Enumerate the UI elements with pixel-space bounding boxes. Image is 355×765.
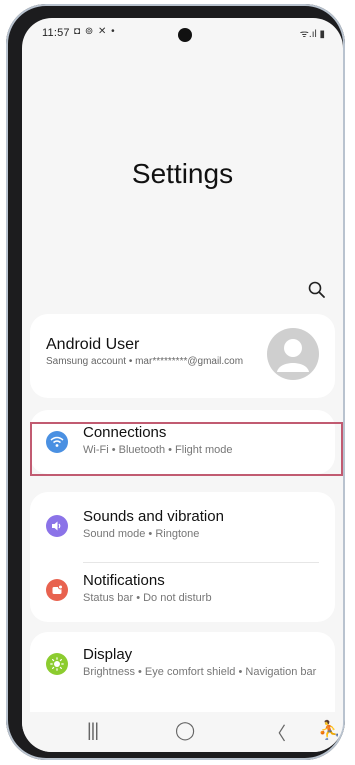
status-bar: 11:57 ◘ ⊚ ✕ • ᯤ.ıl ▮ <box>22 18 343 50</box>
page-title: Settings <box>131 158 234 189</box>
highlight-box <box>30 422 343 476</box>
search-icon[interactable] <box>307 280 327 300</box>
account-name: Android User <box>46 336 140 353</box>
sounds-label: Sounds and vibration <box>83 508 224 525</box>
sounds-subtitle: Sound mode • Ringtone <box>83 528 200 540</box>
recents-button[interactable]: ||| <box>87 720 99 741</box>
brightness-icon <box>46 653 68 675</box>
home-button[interactable]: ◯ <box>175 720 195 741</box>
settings-item-notifications[interactable]: Notifications Status bar • Do not distur… <box>30 562 335 618</box>
back-button[interactable]: 〈 <box>268 720 286 746</box>
notifications-subtitle: Status bar • Do not disturb <box>83 592 212 604</box>
navigation-bar: ||| ◯ 〈 ⛹ <box>22 712 343 752</box>
sounds-notifications-card: Sounds and vibration Sound mode • Ringto… <box>30 492 335 622</box>
status-signal-battery-icons: ᯤ.ıl ▮ <box>299 29 325 40</box>
accessibility-button[interactable]: ⛹ <box>318 720 340 741</box>
display-card: Display Brightness • Eye comfort shield … <box>30 632 335 720</box>
phone-frame: 11:57 ◘ ⊚ ✕ • ᯤ.ıl ▮ Settings Android Us… <box>6 4 345 760</box>
status-time: 11:57 <box>42 27 70 39</box>
account-card[interactable]: Android User Samsung account • mar******… <box>30 314 335 398</box>
display-label: Display <box>83 646 133 663</box>
display-subtitle: Brightness • Eye comfort shield • Naviga… <box>83 666 317 678</box>
notifications-label: Notifications <box>83 572 165 589</box>
settings-item-display[interactable]: Display Brightness • Eye comfort shield … <box>30 636 335 692</box>
speaker-icon <box>46 515 68 537</box>
account-subtitle: Samsung account • mar*********@gmail.com <box>46 356 244 367</box>
settings-item-sounds[interactable]: Sounds and vibration Sound mode • Ringto… <box>30 498 335 554</box>
camera-cutout <box>178 28 192 42</box>
notification-icon <box>46 579 68 601</box>
screen: 11:57 ◘ ⊚ ✕ • ᯤ.ıl ▮ Settings Android Us… <box>22 18 343 752</box>
avatar[interactable] <box>267 328 319 380</box>
status-notification-icons: ◘ ⊚ ✕ • <box>74 26 116 37</box>
